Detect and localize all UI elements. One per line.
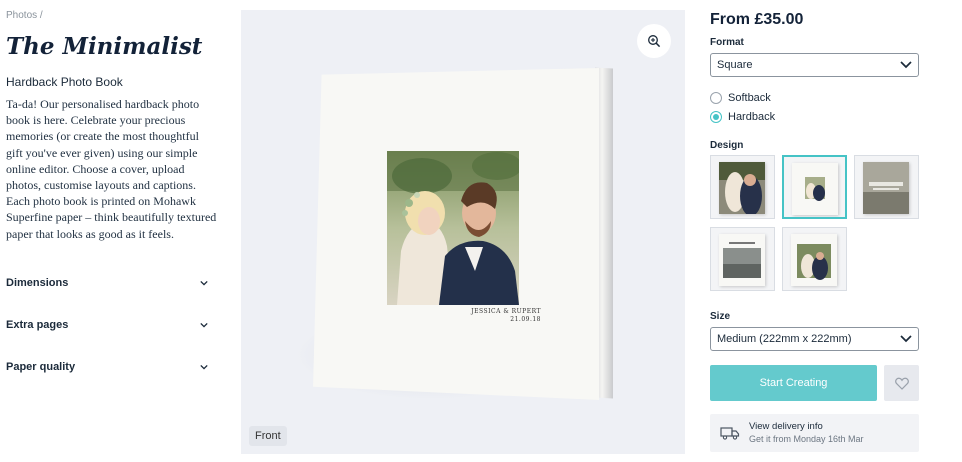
size-label: Size	[710, 311, 731, 322]
accordion-label: Dimensions	[6, 277, 69, 289]
cover-date: 21.09.18	[510, 316, 541, 323]
chevron-down-icon	[200, 364, 208, 370]
accordion-paper-quality[interactable]: Paper quality	[6, 357, 208, 377]
favourite-button[interactable]	[884, 365, 919, 401]
product-subtitle: Hardback Photo Book	[6, 75, 123, 89]
radio-label: Hardback	[728, 111, 776, 123]
size-select[interactable]: Medium (222mm x 222mm)	[710, 327, 919, 351]
accordion-label: Paper quality	[6, 361, 76, 373]
delivery-subtitle: Get it from Monday 16th Mar	[749, 434, 864, 444]
cover-photo	[387, 151, 519, 305]
zoom-in-icon	[648, 35, 661, 48]
view-front-label[interactable]: Front	[249, 426, 287, 446]
thumb-book	[792, 163, 838, 215]
design-label: Design	[710, 140, 744, 151]
radio-button-checked[interactable]	[710, 111, 722, 123]
accordion-extra-pages[interactable]: Extra pages	[6, 315, 208, 335]
product-preview: JESSICA & RUPERT 21.09.18 Front	[241, 10, 685, 454]
chevron-down-icon	[200, 280, 208, 286]
zoom-button[interactable]	[637, 24, 671, 58]
radio-softback[interactable]: Softback	[710, 92, 771, 104]
size-selected: Medium (222mm x 222mm)	[717, 333, 852, 345]
design-thumb-minimal-cover[interactable]	[782, 155, 847, 219]
delivery-title: View delivery info	[749, 421, 823, 432]
product-description: Ta-da! Our personalised hardback photo b…	[6, 97, 217, 241]
chevron-down-icon	[900, 335, 912, 343]
start-creating-button[interactable]: Start Creating	[710, 365, 877, 401]
delivery-text: View delivery info Get it from Monday 16…	[749, 421, 864, 445]
price: From £35.00	[710, 11, 804, 28]
chevron-down-icon	[200, 322, 208, 328]
cover-names: JESSICA & RUPERT	[471, 308, 541, 315]
design-thumb-photo-cover[interactable]	[710, 155, 775, 219]
heart-icon	[894, 377, 909, 390]
radio-label: Softback	[728, 92, 771, 104]
chevron-down-icon	[900, 61, 912, 69]
format-label: Format	[710, 37, 744, 48]
thumb-book	[719, 162, 765, 216]
truck-icon	[720, 427, 740, 440]
design-thumb-city-cover[interactable]	[710, 227, 775, 291]
thumb-book	[791, 234, 837, 286]
design-thumb-landscape-cover[interactable]	[854, 155, 919, 219]
cover-caption: JESSICA & RUPERT 21.09.18	[451, 308, 541, 324]
accordion-dimensions[interactable]: Dimensions	[6, 273, 208, 293]
design-thumb-framed-cover[interactable]	[782, 227, 847, 291]
product-title: The Minimalist	[6, 33, 203, 60]
radio-hardback[interactable]: Hardback	[710, 111, 775, 123]
breadcrumb[interactable]: Photos /	[6, 10, 43, 21]
thumb-book	[863, 162, 909, 214]
format-selected: Square	[717, 59, 753, 71]
accordion-label: Extra pages	[6, 319, 69, 331]
delivery-info[interactable]: View delivery info Get it from Monday 16…	[710, 414, 919, 452]
radio-button[interactable]	[710, 92, 722, 104]
format-select[interactable]: Square	[710, 53, 919, 77]
thumb-book	[719, 234, 765, 286]
